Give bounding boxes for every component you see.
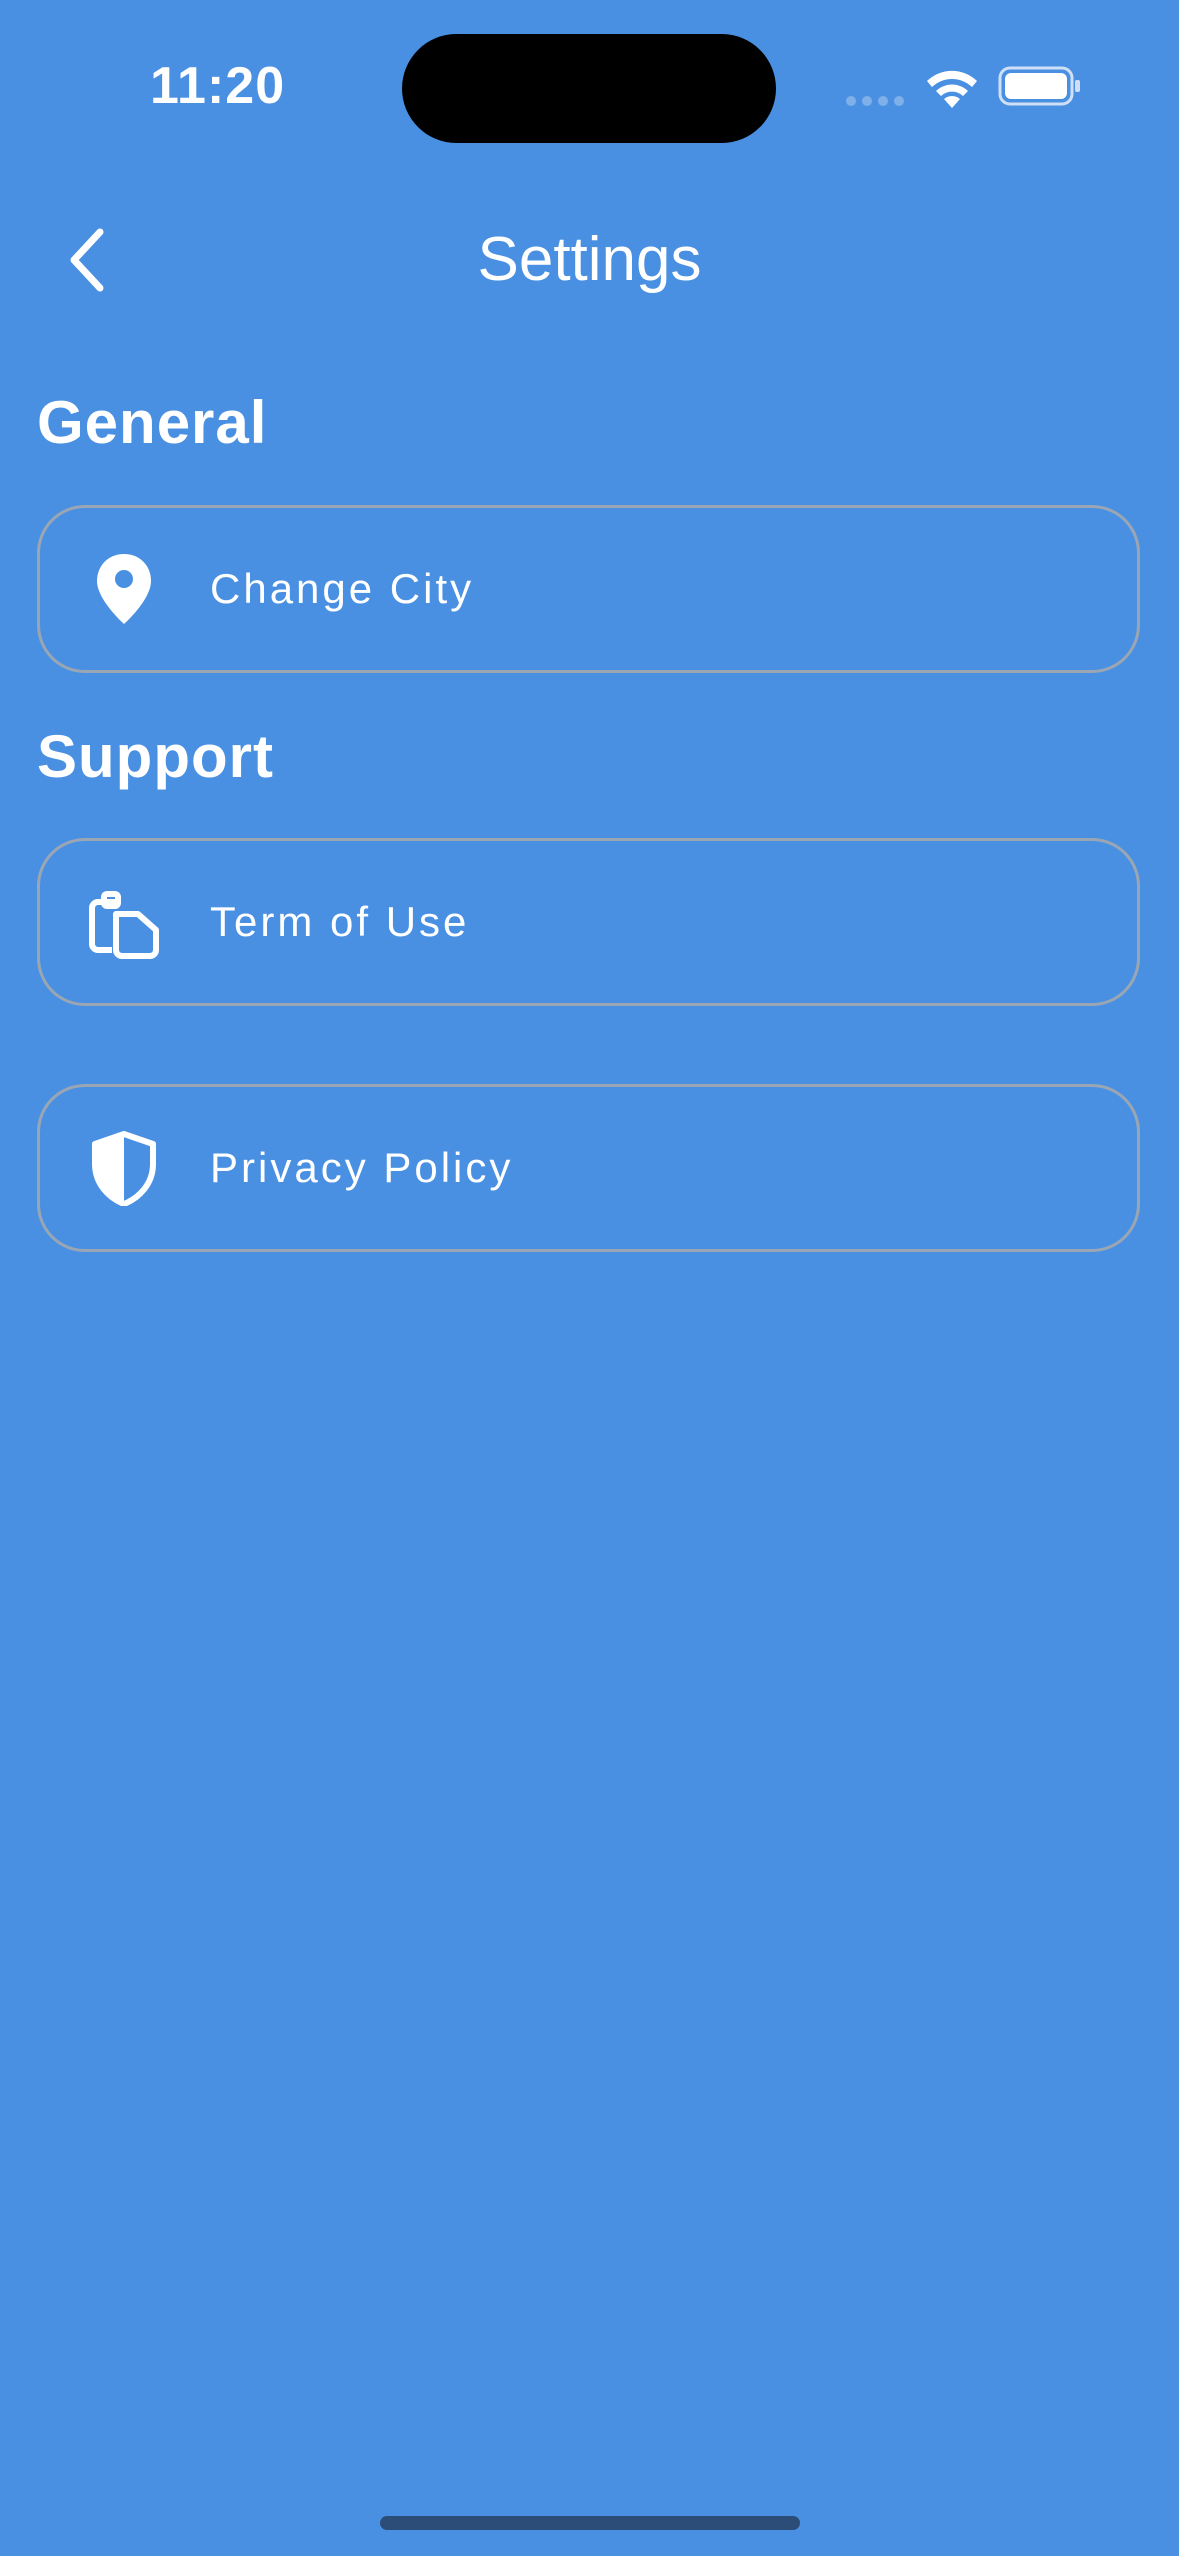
cellular-signal-icon	[846, 96, 904, 106]
term-of-use-row[interactable]: Term of Use	[37, 838, 1140, 1006]
change-city-row[interactable]: Change City	[37, 505, 1140, 673]
term-of-use-label: Term of Use	[210, 898, 470, 945]
clipboard-copy-icon	[84, 882, 164, 962]
dynamic-island	[402, 34, 776, 143]
navigation-bar: Settings	[0, 200, 1179, 320]
status-time: 11:20	[150, 57, 286, 115]
privacy-policy-row[interactable]: Privacy Policy	[37, 1084, 1140, 1252]
wifi-icon	[927, 70, 977, 108]
section-header-support: Support	[37, 723, 274, 790]
battery-icon	[998, 66, 1080, 106]
status-bar: 11:20	[0, 0, 1179, 170]
privacy-policy-label: Privacy Policy	[210, 1144, 514, 1191]
page-title: Settings	[477, 225, 702, 294]
location-pin-icon	[84, 549, 164, 629]
home-indicator[interactable]	[380, 2516, 800, 2530]
change-city-label: Change City	[210, 565, 475, 612]
shield-icon	[84, 1128, 164, 1208]
section-header-general: General	[37, 389, 268, 456]
